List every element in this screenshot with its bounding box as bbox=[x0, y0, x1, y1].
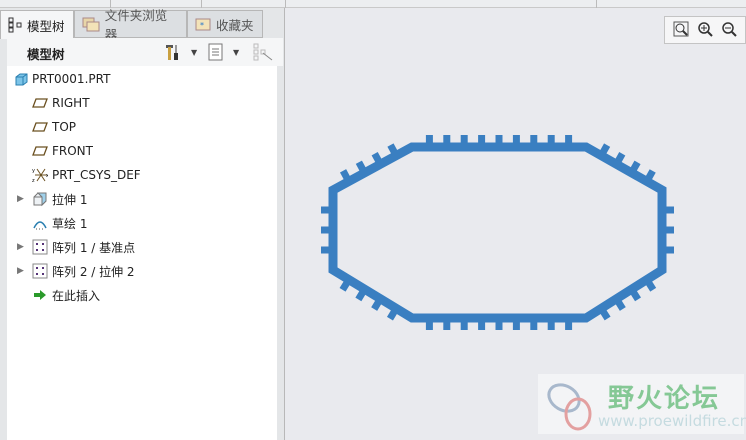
model-tooth bbox=[512, 322, 520, 330]
model-tooth bbox=[425, 135, 433, 143]
model-tooth bbox=[425, 322, 433, 330]
model-tooth bbox=[495, 135, 503, 143]
model-tooth bbox=[547, 135, 555, 143]
model-tooth bbox=[512, 135, 520, 143]
watermark-url: www.proewildfire.cn bbox=[598, 412, 746, 430]
model-tooth bbox=[530, 322, 538, 330]
model-tooth bbox=[495, 322, 503, 330]
model-tooth bbox=[321, 206, 329, 214]
watermark-logo: 野火论坛 www.proewildfire.cn bbox=[538, 374, 746, 434]
model-tooth bbox=[321, 246, 329, 254]
model-tooth bbox=[321, 226, 329, 234]
model-tooth bbox=[565, 135, 573, 143]
model-outline bbox=[328, 142, 667, 323]
model-tooth bbox=[460, 135, 468, 143]
model-tooth bbox=[530, 135, 538, 143]
model-tooth bbox=[443, 135, 451, 143]
model-tooth bbox=[478, 135, 486, 143]
model-tooth bbox=[443, 322, 451, 330]
model-tooth bbox=[460, 322, 468, 330]
model-tooth bbox=[666, 226, 674, 234]
model-tooth bbox=[547, 322, 555, 330]
watermark-name: 野火论坛 bbox=[608, 384, 721, 414]
model-tooth bbox=[666, 206, 674, 214]
model-tooth bbox=[565, 322, 573, 330]
model-tooth bbox=[666, 246, 674, 254]
model-tooth bbox=[478, 322, 486, 330]
